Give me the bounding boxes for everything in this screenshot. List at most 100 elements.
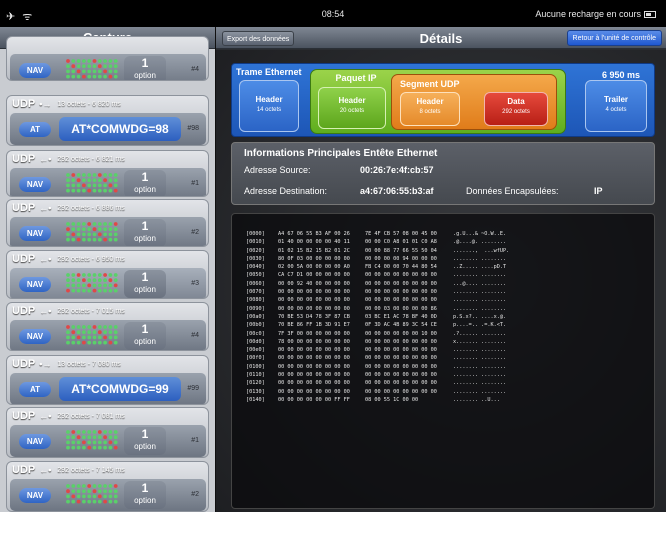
option-count: 1 (141, 427, 149, 441)
udp-segment-box[interactable]: Segment UDP Header 8 octets Data 292 oct… (391, 74, 557, 130)
capture-item-title: UDP •→ 13 octets - 6 820 ms (12, 98, 121, 110)
capture-item-body: NAV 1 option #2 (10, 217, 206, 246)
hex-bytes-first: 70 BE 86 FF 1B 3D 91 E7 (278, 322, 350, 329)
hex-bytes-first: 00 00 00 00 00 00 00 00 (278, 380, 350, 387)
capture-item-meta: 292 octets - 6 950 ms (57, 256, 125, 263)
protocol-label: UDP (12, 358, 36, 370)
capture-item-meta: 292 octets - 6 886 ms (57, 205, 125, 212)
option-count: 1 (141, 270, 149, 284)
udp-data-box[interactable]: Data 292 octets (484, 92, 548, 126)
source-address-label: Adresse Source: (244, 165, 311, 175)
packet-index: #99 (187, 385, 199, 392)
nav-flags-grid-icon (65, 429, 119, 451)
ethernet-header-box[interactable]: Header 14 octets (239, 80, 299, 132)
hex-line: [0030] 80 0F 03 00 00 00 00 00 00 00 00 00… (246, 255, 509, 263)
ethernet-header-label: Header (255, 95, 283, 104)
hex-bytes-second: 00 00 03 00 00 00 00 86 (365, 305, 437, 312)
back-to-control-button[interactable]: Retour à l'unité de contrôle (566, 30, 662, 46)
capture-panel: Capture NAV1option#4UDP•→13 octets - 6 8… (0, 27, 215, 512)
hex-ascii: ........ ........ (453, 355, 507, 362)
capture-item-meta: 292 octets - 6 821 ms (57, 156, 125, 163)
hex-dump-panel[interactable]: [0000] A4 67 06 55 B3 AF 00 26 7E 4F CB 57… (231, 213, 655, 509)
hex-bytes-second: 00 00 00 00 00 00 00 00 (365, 388, 437, 395)
hex-bytes-first: 00 00 00 00 00 00 00 00 (278, 363, 350, 370)
hex-ascii: .?...... ........ (453, 330, 507, 337)
capture-item-body: NAV 1 option #3 (10, 268, 206, 298)
destination-address-label: Adresse Destination: (244, 186, 328, 196)
capture-item-meta: 292 octets - 7 081 ms (57, 413, 125, 420)
capture-item[interactable]: UDP ←• 292 octets - 6 950 ms NAV 1 option #3 (6, 250, 209, 299)
hex-ascii: ........ ........ (453, 388, 507, 395)
ethernet-frame-diagram: Trame Ethernet 6 950 ms Header 14 octets… (231, 63, 655, 137)
option-label: option (134, 71, 156, 80)
option-label: option (134, 442, 156, 451)
frame-time: 6 950 ms (601, 70, 640, 80)
hex-bytes-second: FB C4 00 00 70 44 80 54 (365, 264, 437, 271)
protocol-label: UDP (12, 464, 36, 476)
packet-index: #4 (191, 332, 199, 339)
direction-arrow-icon: •→ (39, 99, 52, 109)
capture-item[interactable]: UDP ←• 292 octets - 6 821 ms NAV 1 option #1 (6, 150, 209, 197)
hex-line: [00b0] 70 BE 86 FF 1B 3D 91 E7 0F 3D AC 4B… (246, 321, 509, 329)
hex-line: [0110] 00 00 00 00 00 00 00 00 00 00 00 00… (246, 371, 509, 379)
hex-line: [0060] 00 00 92 40 00 00 00 00 00 00 00 00… (246, 280, 509, 288)
capture-item[interactable]: UDP ←• 292 octets - 7 081 ms NAV 1 option #1 (6, 407, 209, 458)
option-count: 1 (141, 322, 149, 336)
capture-item-title: UDP ←• 292 octets - 6 821 ms (12, 153, 125, 165)
option-count-box: 1 option (124, 219, 166, 246)
type-badge: NAV (19, 329, 51, 344)
packet-index: #2 (191, 229, 199, 236)
hex-bytes-first: 70 BE 53 D4 78 3F 87 CB (278, 313, 350, 320)
protocol-label: UDP (12, 98, 36, 110)
capture-item[interactable]: UDP •→ 13 octets - 7 080 ms AT AT*COMWDG=99 #… (6, 355, 209, 405)
capture-item-title: UDP ←• 292 octets - 7 081 ms (12, 410, 125, 422)
nav-flags-grid-icon (65, 272, 119, 294)
packet-index: #1 (191, 180, 199, 187)
capture-item[interactable]: UDP ←• 292 octets - 7 145 ms NAV 1 option #2 (6, 461, 209, 512)
protocol-label: UDP (12, 153, 36, 165)
export-button[interactable]: Export des données (222, 31, 295, 46)
hex-line: [0040] 02 00 5A 00 00 00 00 A0 FB C4 00 00… (246, 263, 509, 271)
hex-ascii: x....... ........ (453, 338, 507, 345)
hex-ascii: ........ ........ (453, 272, 507, 279)
hex-address: [0100] (246, 363, 265, 370)
hex-bytes-first: 7F 3F 00 00 00 00 00 00 (278, 330, 350, 337)
capture-item[interactable]: UDP •→ 13 octets - 6 820 ms AT AT*COMWDG=98 #… (6, 95, 209, 146)
direction-arrow-icon: ←• (39, 306, 52, 316)
hex-bytes-second: 03 BC E1 AC 78 BF 40 0D (365, 313, 437, 320)
nav-flags-grid-icon (65, 324, 119, 346)
option-count: 1 (141, 481, 149, 495)
capture-item-body: NAV 1 option #4 (10, 54, 206, 80)
type-badge: NAV (19, 434, 51, 449)
udp-header-size: 8 octets (419, 109, 441, 115)
capture-item-body: NAV 1 option #1 (10, 168, 206, 196)
ip-header-box[interactable]: Header 20 octets (318, 87, 386, 129)
packet-index: #2 (191, 491, 199, 498)
status-bar: ✈ ᯤ 08:54 Aucune recharge en cours (0, 0, 666, 27)
capture-item[interactable]: NAV 1 option #4 (6, 36, 209, 81)
ethernet-trailer-box[interactable]: Trailer 4 octets (585, 80, 647, 132)
option-count-box: 1 option (124, 56, 166, 80)
hex-bytes-first: 00 00 00 00 00 00 00 00 (278, 388, 350, 395)
direction-arrow-icon: ←• (39, 254, 52, 264)
capture-item[interactable]: UDP ←• 292 octets - 7 015 ms NAV 1 option #4 (6, 302, 209, 351)
hex-ascii: .g.U...& ~O.W..E. (453, 231, 507, 237)
hex-ascii: ........ ........ (453, 297, 507, 304)
protocol-label: UDP (12, 253, 36, 265)
hex-bytes-first: 00 00 00 00 00 00 00 00 (278, 297, 350, 304)
hex-bytes-second: 00 00 00 00 00 00 00 00 (365, 338, 437, 345)
hex-address: [0120] (246, 380, 265, 387)
hex-bytes-first: 02 00 5A 00 00 00 00 A0 (278, 264, 350, 271)
udp-header-box[interactable]: Header 8 octets (400, 92, 460, 126)
hex-bytes-second: 0F 3D AC 4B 89 3C 54 CE (365, 322, 437, 329)
hex-line: [00c0] 7F 3F 00 00 00 00 00 00 00 00 00 00… (246, 330, 509, 338)
capture-item[interactable]: UDP ←• 292 octets - 6 886 ms NAV 1 option #2 (6, 199, 209, 247)
packet-index: #1 (191, 437, 199, 444)
hex-address: [0090] (246, 305, 265, 312)
hex-bytes-first: 00 00 00 00 00 00 00 00 (278, 305, 350, 312)
direction-arrow-icon: •→ (39, 359, 52, 369)
hex-bytes-second: 00 00 00 00 00 00 00 00 (365, 380, 437, 387)
hex-line: [0080] 00 00 00 00 00 00 00 00 00 00 00 00… (246, 296, 509, 304)
ip-packet-box[interactable]: Paquet IP Header 20 octets Segment UDP H… (310, 69, 566, 134)
capture-item-title: UDP ←• 292 octets - 6 886 ms (12, 202, 125, 214)
